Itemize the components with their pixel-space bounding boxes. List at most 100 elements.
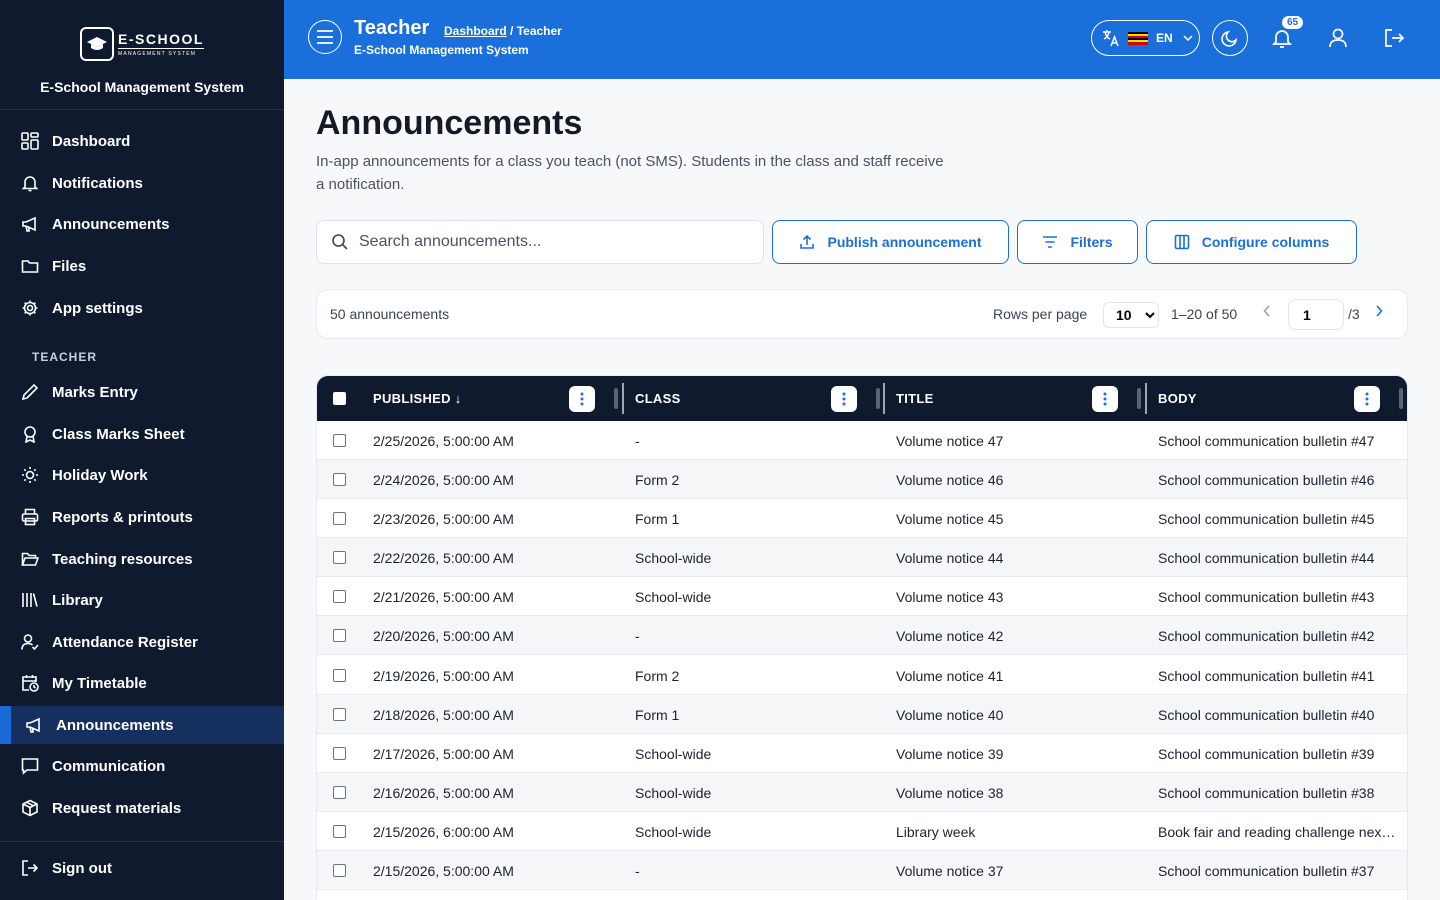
sidebar-item-reports-printouts[interactable]: Reports & printouts (0, 498, 284, 536)
sidebar-item-label: Marks Entry (52, 383, 138, 401)
gear-icon (20, 298, 40, 318)
prev-page-button[interactable] (1263, 304, 1271, 320)
sidebar-item-app-settings[interactable]: App settings (0, 289, 284, 327)
school-logo[interactable]: E-SCHOOL MANAGEMENT SYSTEM (80, 27, 204, 61)
publish-announcement-button[interactable]: Publish announcement (772, 220, 1009, 264)
sidebar-item-announcements-active[interactable]: Announcements (0, 706, 284, 744)
column-menu-button[interactable] (831, 386, 857, 412)
table-row[interactable]: 2/18/2026, 5:00:00 AM Form 1 Volume notice… (317, 695, 1407, 734)
sidebar-item-announcements[interactable]: Announcements (0, 205, 284, 243)
row-checkbox[interactable] (333, 590, 346, 603)
sidebar-item-request-materials[interactable]: Request materials (0, 789, 284, 827)
sidebar-item-label: Class Marks Sheet (52, 425, 185, 443)
sidebar-item-notifications[interactable]: Notifications (0, 164, 284, 202)
column-resize-handle[interactable] (1137, 388, 1141, 409)
breadcrumb-current: Teacher (516, 24, 562, 38)
column-menu-button[interactable] (1354, 386, 1380, 412)
row-checkbox[interactable] (333, 786, 346, 799)
cell-class: Form 2 (635, 668, 680, 684)
table-row[interactable]: 2/17/2026, 5:00:00 AM School-wide Volume n… (317, 734, 1407, 773)
pagination-bar: 50 announcements Rows per page 10 1–20 o… (316, 289, 1408, 339)
search-input[interactable] (359, 233, 739, 251)
sign-out-button[interactable]: Sign out (0, 849, 284, 887)
column-separator (1145, 383, 1147, 414)
table-row[interactable]: 2/22/2026, 5:00:00 AM School-wide Volume n… (317, 538, 1407, 577)
cell-title: Volume notice 38 (896, 785, 1004, 801)
pencil-icon (20, 382, 40, 402)
table-row[interactable]: 2/25/2026, 5:00:00 AM - Volume notice 47 Sc… (317, 421, 1407, 460)
sidebar-item-label: Announcements (56, 716, 174, 734)
sidebar-item-communication[interactable]: Communication (0, 747, 284, 785)
logout-icon (1385, 29, 1405, 47)
filters-button[interactable]: Filters (1017, 220, 1138, 264)
column-resize-handle[interactable] (1399, 388, 1403, 409)
logout-button[interactable] (1380, 24, 1408, 52)
sidebar-item-files[interactable]: Files (0, 247, 284, 285)
table-row[interactable]: 2/20/2026, 5:00:00 AM - Volume notice 42 Sc… (317, 616, 1407, 655)
chevron-left-icon (1263, 305, 1270, 317)
row-checkbox[interactable] (333, 473, 346, 486)
cell-class: Form 1 (635, 511, 680, 527)
row-checkbox[interactable] (333, 864, 346, 877)
theme-toggle-button[interactable] (1212, 20, 1248, 56)
sidebar-item-attendance-register[interactable]: Attendance Register (0, 623, 284, 661)
table-row[interactable]: 2/19/2026, 5:00:00 AM Form 2 Volume notice… (317, 656, 1407, 695)
menu-toggle-button[interactable] (308, 20, 342, 54)
column-header-class[interactable]: CLASS (635, 391, 681, 406)
cell-class: Form 1 (635, 707, 680, 723)
row-checkbox[interactable] (333, 708, 346, 721)
next-page-button[interactable] (1375, 304, 1383, 320)
sidebar-item-holiday-work[interactable]: Holiday Work (0, 456, 284, 494)
cell-body: School communication bulletin #45 (1158, 511, 1375, 527)
sidebar-item-dashboard[interactable]: Dashboard (0, 122, 284, 160)
cell-title: Volume notice 47 (896, 433, 1004, 449)
sidebar-item-library[interactable]: Library (0, 581, 284, 619)
cell-published: 2/15/2026, 6:00:00 AM (373, 824, 514, 840)
language-selector[interactable]: EN (1091, 20, 1200, 56)
sign-out-label: Sign out (52, 859, 112, 877)
select-all-checkbox[interactable] (333, 392, 346, 405)
sidebar-item-class-marks-sheet[interactable]: Class Marks Sheet (0, 415, 284, 453)
sidebar-item-teaching-resources[interactable]: Teaching resources (0, 540, 284, 578)
cell-body: School communication bulletin #38 (1158, 785, 1375, 801)
column-resize-handle[interactable] (614, 388, 618, 409)
column-header-body[interactable]: BODY (1158, 391, 1197, 406)
row-checkbox[interactable] (333, 747, 346, 760)
search-box[interactable] (316, 220, 764, 264)
column-menu-button[interactable] (569, 386, 595, 412)
table-row[interactable]: 2/21/2026, 5:00:00 AM School-wide Volume n… (317, 577, 1407, 616)
table-row[interactable]: 2/16/2026, 5:00:00 AM School-wide Volume n… (317, 773, 1407, 812)
sidebar-item-my-timetable[interactable]: My Timetable (0, 664, 284, 702)
award-icon (20, 424, 40, 444)
notifications-button[interactable]: 65 (1268, 16, 1304, 52)
column-menu-button[interactable] (1092, 386, 1118, 412)
row-checkbox[interactable] (333, 434, 346, 447)
column-resize-handle[interactable] (876, 388, 880, 409)
sidebar-item-label: Reports & printouts (52, 508, 193, 526)
publish-label: Publish announcement (827, 234, 982, 250)
row-checkbox[interactable] (333, 629, 346, 642)
breadcrumb-dashboard-link[interactable]: Dashboard (444, 24, 507, 38)
configure-columns-button[interactable]: Configure columns (1146, 220, 1357, 264)
column-header-published[interactable]: PUBLISHED ↓ (373, 391, 462, 406)
rows-per-page-select[interactable]: 10 (1103, 302, 1159, 328)
hamburger-icon (317, 30, 333, 44)
table-row[interactable]: 2/24/2026, 5:00:00 AM Form 2 Volume notice… (317, 460, 1407, 499)
cell-body: School communication bulletin #46 (1158, 472, 1375, 488)
profile-button[interactable] (1324, 24, 1352, 52)
table-row[interactable]: 2/23/2026, 5:00:00 AM Form 1 Volume notice… (317, 499, 1407, 538)
cell-title: Volume notice 42 (896, 628, 1004, 644)
row-checkbox[interactable] (333, 512, 346, 525)
table-row[interactable]: 2/15/2026, 6:00:00 AM School-wide Library … (317, 812, 1407, 851)
sidebar-item-marks-entry[interactable]: Marks Entry (0, 373, 284, 411)
cell-body: School communication bulletin #47 (1158, 433, 1375, 449)
column-header-title[interactable]: TITLE (896, 391, 934, 406)
table-header: PUBLISHED ↓ CLASS TITLE BODY (317, 376, 1407, 421)
table-row[interactable]: 2/15/2026, 5:00:00 AM - Volume notice 37 Sc… (317, 851, 1407, 890)
header-subtitle: E-School Management System (354, 43, 529, 57)
row-checkbox[interactable] (333, 669, 346, 682)
row-checkbox[interactable] (333, 825, 346, 838)
page-number-input[interactable] (1288, 299, 1344, 330)
row-checkbox[interactable] (333, 551, 346, 564)
sidebar-item-label: Communication (52, 757, 166, 775)
